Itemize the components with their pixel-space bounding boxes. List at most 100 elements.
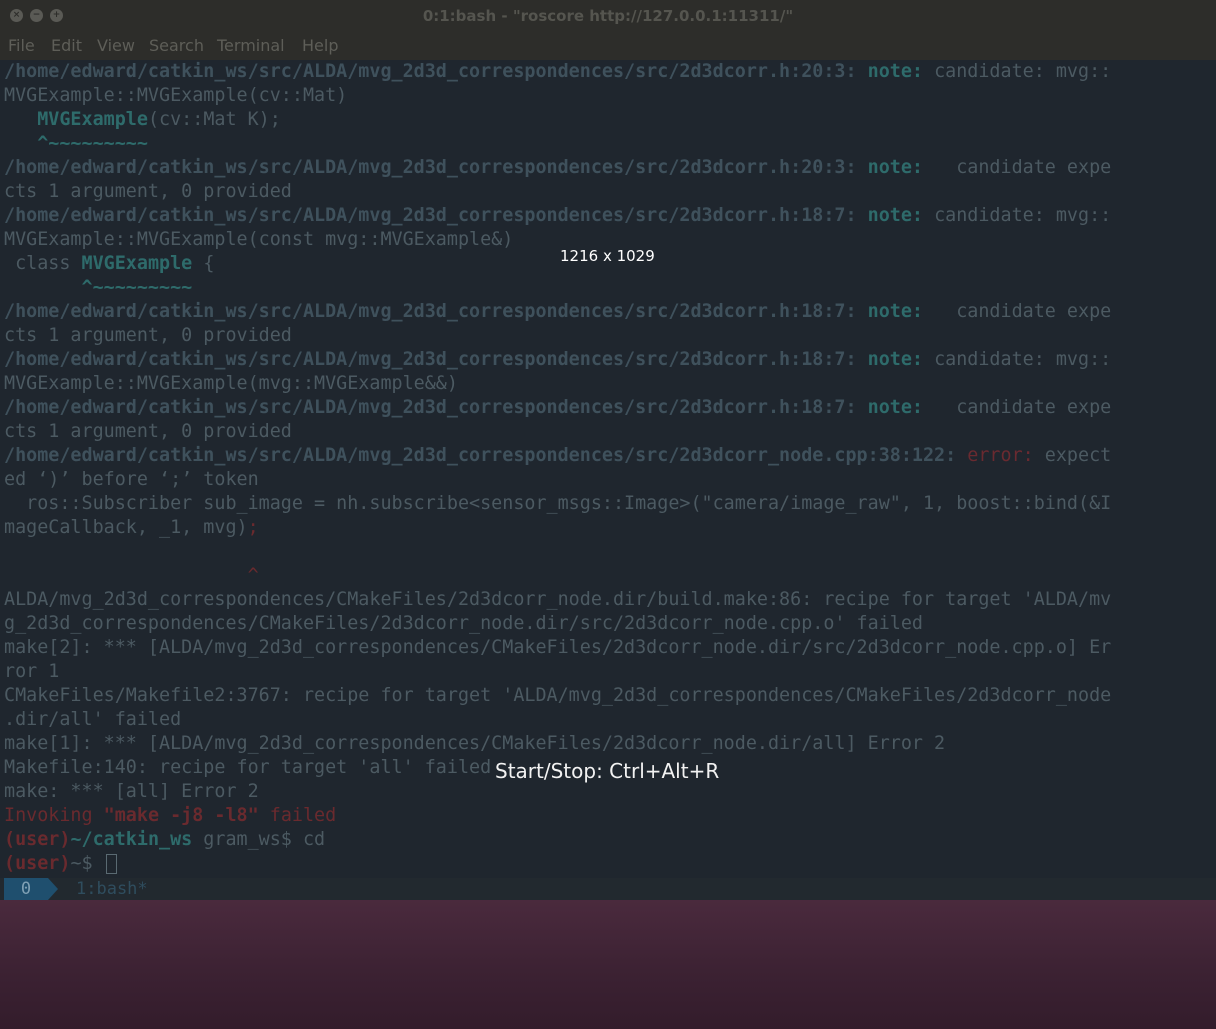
terminal-line: ^~~~~~~~~~ bbox=[4, 132, 148, 156]
terminal-text: MVGExample::MVGExample(mvg::MVGExample&&… bbox=[4, 373, 458, 394]
terminal-line: cts 1 argument, 0 provided bbox=[4, 420, 292, 444]
terminal-text: ; bbox=[247, 517, 259, 538]
terminal-text: candidate expe bbox=[923, 157, 1112, 178]
terminal-text: MVGExample::MVGExample(const mvg::MVGExa… bbox=[4, 229, 514, 250]
menu-bar: File Edit View Search Terminal Help bbox=[0, 32, 1216, 60]
terminal-text: /home/edward/catkin_ws/src/ALDA/mvg_2d3d… bbox=[4, 349, 868, 370]
menu-search[interactable]: Search bbox=[149, 36, 204, 55]
desktop-background bbox=[0, 900, 1216, 1029]
terminal-line: /home/edward/catkin_ws/src/ALDA/mvg_2d3d… bbox=[4, 396, 1111, 420]
terminal-text: { bbox=[192, 253, 215, 274]
terminal-text: MVGExample bbox=[37, 109, 148, 130]
terminal-line: .dir/all' failed bbox=[4, 708, 181, 732]
terminal-text: ror 1 bbox=[4, 661, 60, 682]
terminal-line: MVGExample::MVGExample(mvg::MVGExample&&… bbox=[4, 372, 458, 396]
terminal-text: make[1]: *** [ALDA/mvg_2d3d_corresponden… bbox=[4, 733, 946, 754]
terminal-text: candidate: mvg:: bbox=[923, 205, 1112, 226]
terminal-text: MVGExample bbox=[81, 253, 193, 274]
terminal-text: ed ‘)’ before ‘;’ token bbox=[4, 469, 259, 490]
terminal-text: ^ bbox=[4, 565, 259, 586]
terminal-line: cts 1 argument, 0 provided bbox=[4, 324, 292, 348]
terminal-text: ~/catkin_ws bbox=[70, 829, 193, 850]
terminal-text: ros::Subscriber sub_image = nh.subscribe… bbox=[4, 493, 1112, 514]
terminal-line: ros::Subscriber sub_image = nh.subscribe… bbox=[4, 492, 1111, 516]
terminal-text: candidate: mvg:: bbox=[923, 349, 1112, 370]
terminal-line: make: *** [all] Error 2 bbox=[4, 780, 259, 804]
title-bar[interactable]: × − + 0:1:bash - "roscore http://127.0.0… bbox=[0, 0, 1216, 32]
terminal-text: MVGExample::MVGExample(cv::Mat) bbox=[4, 85, 348, 106]
terminal-text: candidate: mvg:: bbox=[923, 61, 1112, 82]
terminal-text: failed bbox=[258, 805, 337, 826]
terminal-text: cts 1 argument, 0 provided bbox=[4, 181, 292, 202]
terminal-line: /home/edward/catkin_ws/src/ALDA/mvg_2d3d… bbox=[4, 60, 1111, 84]
terminal-line: Makefile:140: recipe for target 'all' fa… bbox=[4, 756, 491, 780]
terminal-text: candidate expe bbox=[923, 397, 1112, 418]
terminal-text: "make -j8 -l8" bbox=[103, 805, 259, 826]
terminal-text: g_2d3d_correspondences/CMakeFiles/2d3dco… bbox=[4, 613, 923, 634]
terminal-text: note: bbox=[867, 397, 923, 418]
terminal-line: ^~~~~~~~~~ bbox=[4, 276, 193, 300]
terminal-text: (user) bbox=[4, 853, 71, 874]
menu-help[interactable]: Help bbox=[302, 36, 338, 55]
terminal-line: class MVGExample { bbox=[4, 252, 214, 276]
terminal-line: MVGExample(cv::Mat K); bbox=[4, 108, 281, 132]
terminal-text: ^~~~~~~~~~ bbox=[4, 277, 193, 298]
terminal-text: .dir/all' failed bbox=[4, 709, 182, 730]
terminal-line: ^ bbox=[4, 564, 259, 588]
window-title: 0:1:bash - "roscore http://127.0.0.1:113… bbox=[422, 7, 794, 25]
terminal-text: error: bbox=[967, 445, 1034, 466]
terminal-line: ALDA/mvg_2d3d_correspondences/CMakeFiles… bbox=[4, 588, 1111, 612]
menu-edit[interactable]: Edit bbox=[51, 36, 82, 55]
terminal-text: class bbox=[4, 253, 82, 274]
terminal-text: ALDA/mvg_2d3d_correspondences/CMakeFiles… bbox=[4, 589, 1112, 610]
menu-terminal[interactable]: Terminal bbox=[217, 36, 285, 55]
tmux-status-bar: 0 1:bash* bbox=[0, 878, 1216, 900]
terminal-line: CMakeFiles/Makefile2:3767: recipe for ta… bbox=[4, 684, 1111, 708]
dimensions-overlay: 1216 x 1029 bbox=[560, 247, 655, 265]
terminal-text: /home/edward/catkin_ws/src/ALDA/mvg_2d3d… bbox=[4, 61, 868, 82]
terminal-text: cts 1 argument, 0 provided bbox=[4, 325, 292, 346]
recorder-overlay: Start/Stop: Ctrl+Alt+R bbox=[495, 759, 720, 783]
terminal-text: /home/edward/catkin_ws/src/ALDA/mvg_2d3d… bbox=[4, 445, 968, 466]
terminal-text: (user) bbox=[4, 829, 71, 850]
terminal-line: /home/edward/catkin_ws/src/ALDA/mvg_2d3d… bbox=[4, 300, 1111, 324]
terminal-text: note: bbox=[867, 301, 923, 322]
terminal-text: gram_ws$ cd bbox=[192, 829, 326, 850]
terminal-text: Invoking bbox=[4, 805, 104, 826]
terminal-line: make[2]: *** [ALDA/mvg_2d3d_corresponden… bbox=[4, 636, 1111, 660]
terminal-text: note: bbox=[867, 157, 923, 178]
menu-file[interactable]: File bbox=[8, 36, 35, 55]
terminal-text: CMakeFiles/Makefile2:3767: recipe for ta… bbox=[4, 685, 1112, 706]
terminal-line: ror 1 bbox=[4, 660, 59, 684]
terminal-line: mageCallback, _1, mvg); bbox=[4, 516, 259, 540]
terminal-line: MVGExample::MVGExample(const mvg::MVGExa… bbox=[4, 228, 513, 252]
terminal-line: /home/edward/catkin_ws/src/ALDA/mvg_2d3d… bbox=[4, 204, 1111, 228]
terminal-text: ~$ bbox=[70, 853, 104, 874]
terminal-line: MVGExample::MVGExample(cv::Mat) bbox=[4, 84, 347, 108]
terminal-text: make[2]: *** [ALDA/mvg_2d3d_corresponden… bbox=[4, 637, 1112, 658]
terminal-text: expect bbox=[1033, 445, 1112, 466]
tmux-session-indicator: 0 bbox=[4, 878, 48, 900]
terminal-text: (cv::Mat K); bbox=[147, 109, 281, 130]
terminal-line: make[1]: *** [ALDA/mvg_2d3d_corresponden… bbox=[4, 732, 945, 756]
terminal-line: cts 1 argument, 0 provided bbox=[4, 180, 292, 204]
terminal-line: /home/edward/catkin_ws/src/ALDA/mvg_2d3d… bbox=[4, 348, 1111, 372]
terminal-line: (user)~/catkin_ws gram_ws$ cd bbox=[4, 828, 325, 852]
terminal-text: note: bbox=[867, 349, 923, 370]
terminal-output[interactable]: /home/edward/catkin_ws/src/ALDA/mvg_2d3d… bbox=[0, 60, 1216, 878]
terminal-text: note: bbox=[867, 61, 923, 82]
terminal-text: Makefile:140: recipe for target 'all' fa… bbox=[4, 757, 492, 778]
terminal-line: /home/edward/catkin_ws/src/ALDA/mvg_2d3d… bbox=[4, 444, 1111, 468]
terminal-text: cts 1 argument, 0 provided bbox=[4, 421, 292, 442]
terminal-text: ^~~~~~~~~~ bbox=[4, 133, 148, 154]
terminal-text: make: *** [all] Error 2 bbox=[4, 781, 259, 802]
terminal-line: Invoking "make -j8 -l8" failed bbox=[4, 804, 336, 828]
terminal-text: mageCallback, _1, mvg) bbox=[4, 517, 248, 538]
terminal-text: candidate expe bbox=[923, 301, 1112, 322]
menu-view[interactable]: View bbox=[97, 36, 135, 55]
tmux-window-tab[interactable]: 1:bash* bbox=[76, 878, 148, 900]
terminal-text: note: bbox=[867, 205, 923, 226]
text-cursor bbox=[105, 854, 117, 874]
terminal-line: /home/edward/catkin_ws/src/ALDA/mvg_2d3d… bbox=[4, 156, 1111, 180]
